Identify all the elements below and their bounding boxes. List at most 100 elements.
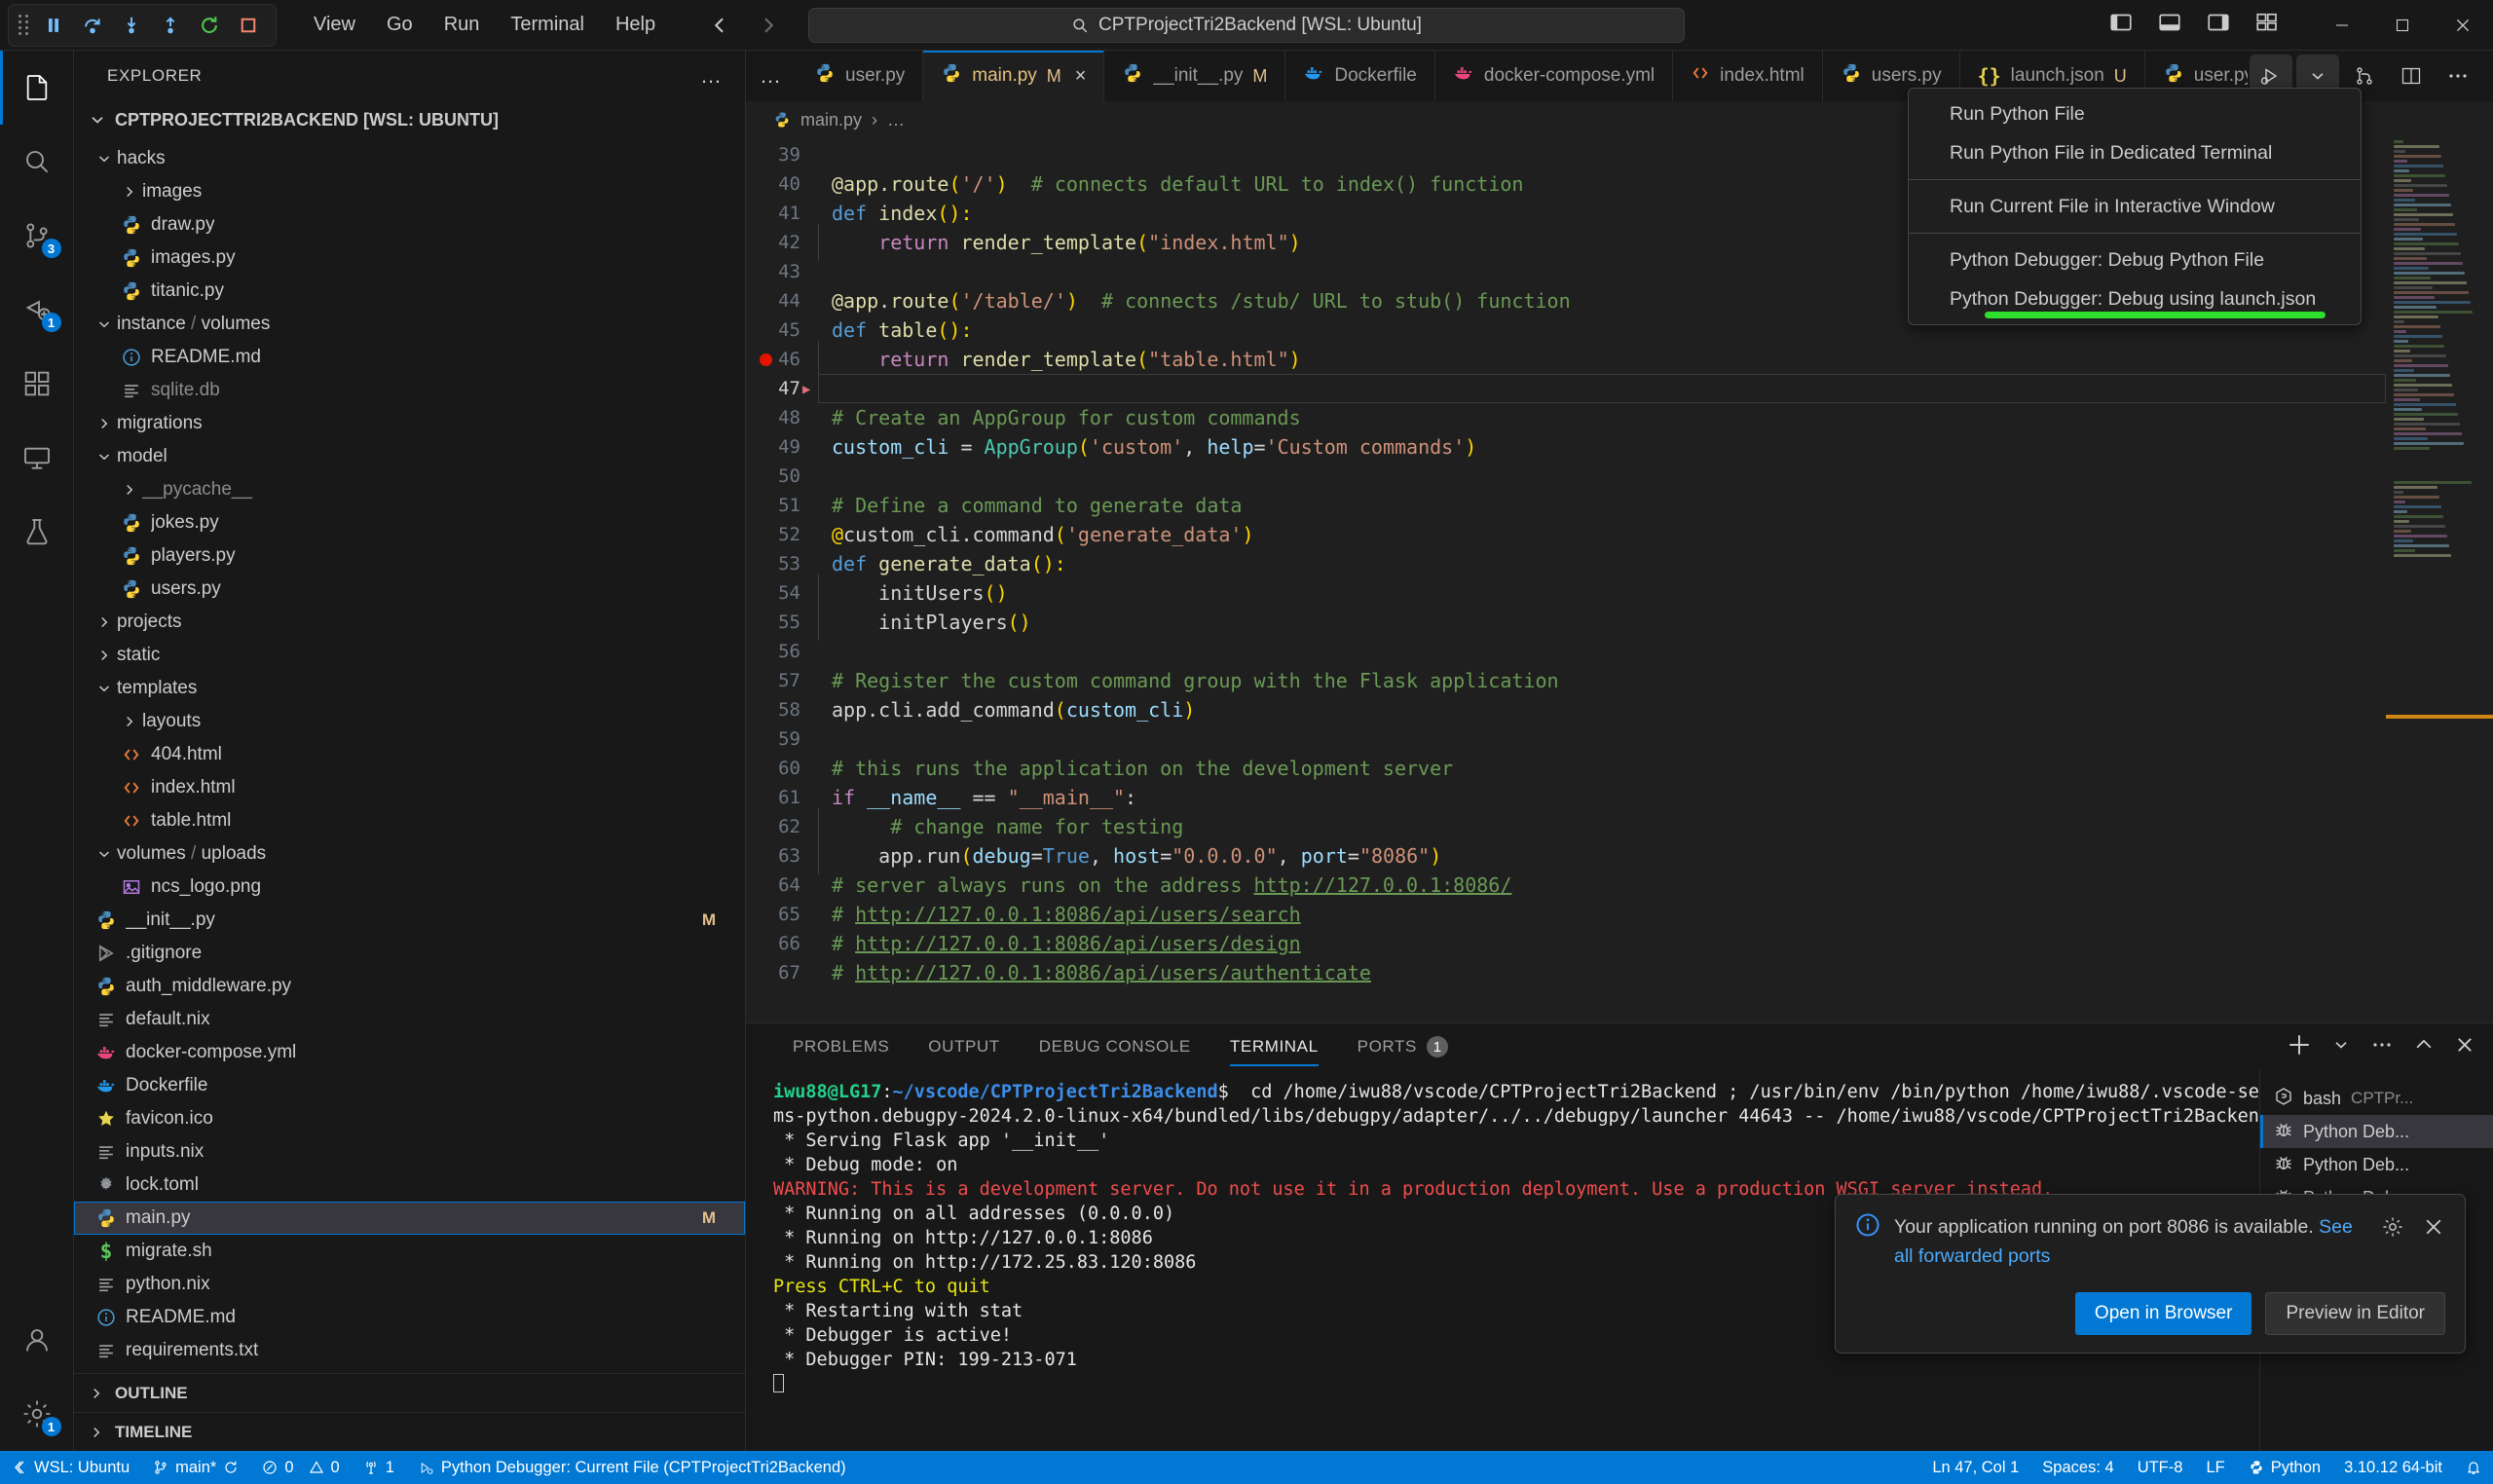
code-line-55[interactable]: 55 initPlayers(): [746, 604, 2493, 641]
code-line-66[interactable]: 66 # http://127.0.0.1:8086/api/users/desi…: [746, 929, 2493, 958]
tree-item-auth-middleware-py[interactable]: auth_middleware.py: [74, 970, 745, 1003]
tree-item-sqlite-db[interactable]: sqlite.db: [74, 374, 745, 407]
activity-item-accounts[interactable]: [0, 1303, 74, 1377]
menu-run[interactable]: Run: [428, 8, 496, 42]
chevron-right-icon[interactable]: [117, 713, 142, 730]
code-line-67[interactable]: 67 # http://127.0.0.1:8086/api/users/auth…: [746, 958, 2493, 987]
tree-item-lock-toml[interactable]: lock.toml: [74, 1169, 745, 1202]
panel-tab-output[interactable]: OUTPUT: [909, 1023, 1019, 1070]
maximize-panel-icon[interactable]: [2413, 1034, 2435, 1060]
menu-item-run-python-file[interactable]: Run Python File: [1909, 94, 2361, 133]
activity-item-search[interactable]: [0, 125, 74, 199]
split-editor-icon[interactable]: [2390, 55, 2433, 97]
tree-item-layouts[interactable]: layouts: [74, 705, 745, 738]
explorer-root-folder[interactable]: CPTPROJECTTRI2BACKEND [WSL: UBUNTU]: [74, 101, 745, 138]
menu-terminal[interactable]: Terminal: [495, 8, 600, 42]
stop-icon[interactable]: [231, 9, 266, 42]
command-center[interactable]: CPTProjectTri2Backend [WSL: Ubuntu]: [808, 7, 1685, 43]
code-line-54[interactable]: 54 initUsers(): [746, 575, 2493, 612]
tabs-overflow-icon[interactable]: …: [746, 51, 797, 101]
chevron-down-icon[interactable]: [92, 680, 117, 697]
code-line-57[interactable]: 57 # Register the custom command group wi…: [746, 666, 2493, 695]
status-branch[interactable]: main*: [141, 1451, 250, 1484]
chevron-down-icon[interactable]: [2331, 1035, 2351, 1059]
tree-item-images[interactable]: images: [74, 175, 745, 208]
debug-toolbar-grip[interactable]: [19, 15, 29, 35]
tree-item-main-py[interactable]: main.py M: [74, 1202, 745, 1235]
code-line-50[interactable]: 50: [746, 462, 2493, 491]
menu-help[interactable]: Help: [600, 8, 671, 42]
menu-item-debug-python-file[interactable]: Python Debugger: Debug Python File: [1909, 241, 2361, 279]
menu-go[interactable]: Go: [371, 8, 428, 42]
code-line-52[interactable]: 52 @custom_cli.command('generate_data'): [746, 520, 2493, 549]
activity-item-remote-explorer[interactable]: [0, 421, 74, 495]
preview-in-editor-button[interactable]: Preview in Editor: [2265, 1292, 2445, 1335]
tree-item-projects[interactable]: projects: [74, 606, 745, 639]
close-icon[interactable]: [2433, 0, 2493, 51]
tree-item-static[interactable]: static: [74, 639, 745, 672]
menu-item-run-python-file-dedicated-terminal[interactable]: Run Python File in Dedicated Terminal: [1909, 133, 2361, 172]
code-line-60[interactable]: 60 # this runs the application on the dev…: [746, 754, 2493, 783]
code-line-63[interactable]: 63 app.run(debug=True, host="0.0.0.0", p…: [746, 837, 2493, 874]
tree-item-readme-md[interactable]: README.md: [74, 341, 745, 374]
panel-tab-problems[interactable]: PROBLEMS: [773, 1023, 909, 1070]
activity-item-testing[interactable]: [0, 495, 74, 569]
run-dropdown-menu[interactable]: Run Python File Run Python File in Dedic…: [1908, 88, 2362, 325]
code-line-65[interactable]: 65 # http://127.0.0.1:8086/api/users/sear…: [746, 900, 2493, 929]
add-terminal-icon[interactable]: [2287, 1032, 2312, 1062]
code-line-48[interactable]: 48 # Create an AppGroup for custom comman…: [746, 403, 2493, 432]
code-line-47[interactable]: ▶ 47: [746, 374, 2493, 403]
editor-tab-user-py[interactable]: user.py: [797, 51, 924, 101]
activity-item-source-control[interactable]: 3: [0, 199, 74, 273]
chevron-right-icon[interactable]: [117, 481, 142, 499]
explorer-more-actions[interactable]: …: [700, 63, 724, 89]
chevron-down-icon[interactable]: [92, 448, 117, 465]
restart-icon[interactable]: [192, 9, 227, 42]
breakpoint-marker[interactable]: [760, 353, 772, 366]
forward-arrow-icon[interactable]: [757, 14, 780, 37]
pause-icon[interactable]: [36, 9, 71, 42]
status-cursor-position[interactable]: Ln 47, Col 1: [1920, 1451, 2030, 1484]
code-line-58[interactable]: 58 app.cli.add_command(custom_cli): [746, 695, 2493, 724]
code-line-56[interactable]: 56: [746, 637, 2493, 666]
tree-item-users-py[interactable]: users.py: [74, 573, 745, 606]
chevron-down-icon[interactable]: [92, 315, 117, 333]
step-out-icon[interactable]: [153, 9, 188, 42]
editor-tab-dockerfile[interactable]: Dockerfile: [1285, 51, 1435, 101]
chevron-right-icon[interactable]: [92, 415, 117, 432]
file-tree[interactable]: hacks images draw.py images.py titanic.py ins…: [74, 138, 745, 1373]
tree-item-model[interactable]: model: [74, 440, 745, 473]
code-line-64[interactable]: 64 # server always runs on the address ht…: [746, 871, 2493, 900]
tree-item-ncs-logo-png[interactable]: ncs_logo.png: [74, 871, 745, 904]
tree-item-default-nix[interactable]: default.nix: [74, 1003, 745, 1036]
panel-tab-debug-console[interactable]: DEBUG CONSOLE: [1020, 1023, 1210, 1070]
gear-icon[interactable]: [2381, 1215, 2404, 1243]
tree-item-inputs-nix[interactable]: inputs.nix: [74, 1135, 745, 1169]
activity-item-explorer[interactable]: [0, 51, 74, 125]
tree-item--gitignore[interactable]: .gitignore: [74, 937, 745, 970]
terminal-list-item[interactable]: bash CPTPr...: [2260, 1082, 2493, 1115]
status-notifications[interactable]: [2454, 1451, 2493, 1484]
status-indentation[interactable]: Spaces: 4: [2030, 1451, 2125, 1484]
more-actions-icon[interactable]: [2437, 55, 2479, 97]
menu-view[interactable]: View: [298, 8, 371, 42]
activity-item-settings[interactable]: 1: [0, 1377, 74, 1451]
status-ports[interactable]: 1: [352, 1451, 406, 1484]
code-line-49[interactable]: 49 custom_cli = AppGroup('custom', help='…: [746, 432, 2493, 462]
tree-item-draw-py[interactable]: draw.py: [74, 208, 745, 241]
editor-tab-main-py[interactable]: main.py M ×: [923, 51, 1105, 101]
close-panel-icon[interactable]: [2454, 1034, 2475, 1060]
terminal-list-item[interactable]: Python Deb...: [2260, 1148, 2493, 1181]
code-line-62[interactable]: 62 # change name for testing: [746, 808, 2493, 845]
editor-tab-index-html[interactable]: index.html: [1673, 51, 1823, 101]
panel-tab-terminal[interactable]: TERMINAL: [1210, 1023, 1338, 1070]
panel-tab-ports[interactable]: PORTS: [1338, 1023, 1436, 1070]
breadcrumb-file[interactable]: main.py: [800, 110, 862, 130]
minimize-icon[interactable]: [2312, 0, 2372, 51]
code-line-61[interactable]: 61 if __name__ == "__main__":: [746, 783, 2493, 812]
chevron-right-icon[interactable]: [92, 647, 117, 664]
step-over-icon[interactable]: [75, 9, 110, 42]
tree-item--init-py[interactable]: __init__.py M: [74, 904, 745, 937]
toggle-panel-icon[interactable]: [2158, 11, 2181, 39]
breadcrumb-symbol[interactable]: …: [887, 110, 905, 130]
